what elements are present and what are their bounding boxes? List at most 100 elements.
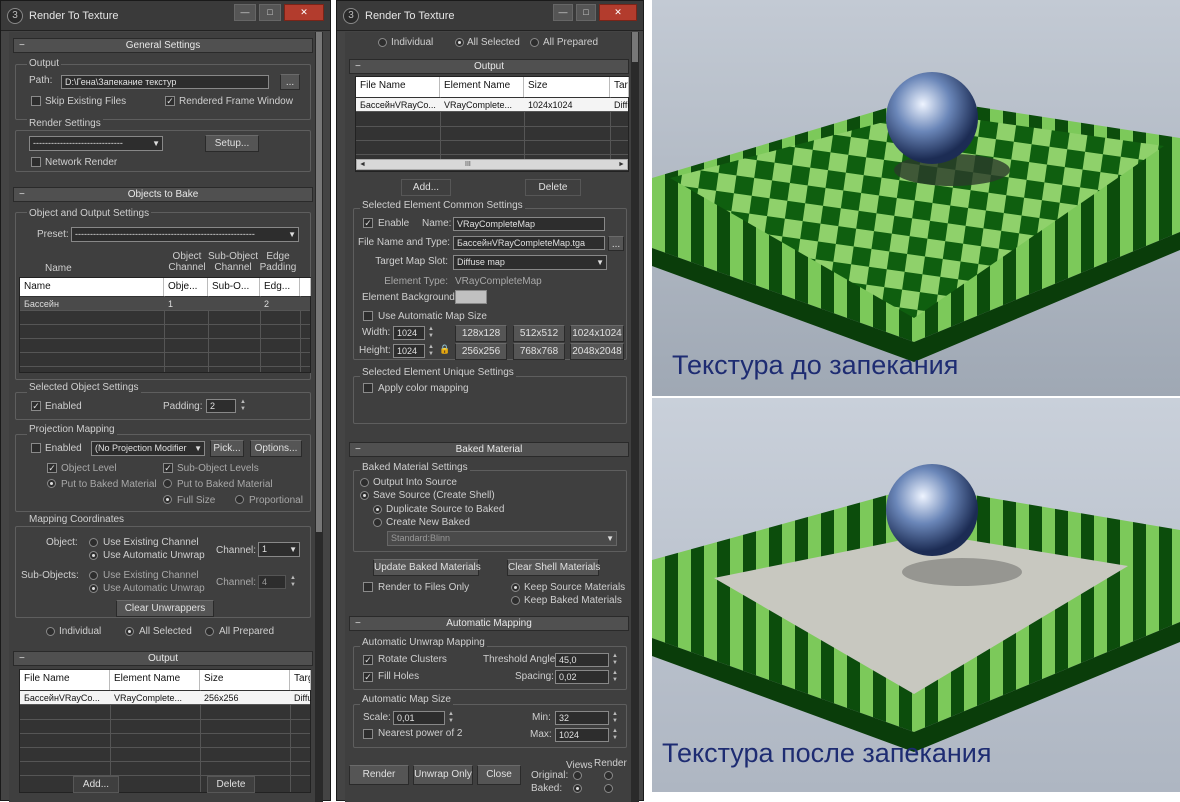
duplicate-source-radio[interactable] <box>373 505 382 514</box>
network-render-checkbox[interactable] <box>31 157 41 167</box>
sub-put-baked-radio[interactable] <box>163 479 172 488</box>
delete-output-button[interactable]: Delete <box>207 776 255 793</box>
scope-all-selected-radio[interactable] <box>455 38 464 47</box>
add-output-button[interactable]: Add... <box>73 776 119 793</box>
size-768-button[interactable]: 768x768 <box>513 343 565 360</box>
spacing-spinner[interactable]: ▲ ▼ <box>611 670 619 684</box>
padding-spinner[interactable]: ▲ ▼ <box>239 399 247 413</box>
render-to-files-checkbox[interactable] <box>363 582 373 592</box>
element-name-input[interactable]: VRayCompleteMap <box>453 217 605 231</box>
scope-all-prepared-radio[interactable] <box>205 627 214 636</box>
original-render-radio[interactable] <box>604 771 613 780</box>
full-size-radio[interactable] <box>163 495 172 504</box>
output-header-file-name[interactable]: File Name <box>20 670 110 690</box>
output-rollout-header[interactable]: − Output <box>349 59 629 74</box>
selected-enabled-checkbox[interactable]: ✓ <box>31 401 41 411</box>
object-level-checkbox[interactable]: ✓ <box>47 463 57 473</box>
element-background-swatch[interactable] <box>455 290 487 304</box>
save-source-radio[interactable] <box>360 491 369 500</box>
sub-use-existing-radio[interactable] <box>89 571 98 580</box>
height-spinner[interactable]: ▲ ▼ <box>427 344 435 358</box>
minimize-button[interactable]: — <box>234 4 256 21</box>
scope-individual-radio[interactable] <box>46 627 55 636</box>
target-slot-dropdown[interactable]: Diffuse map ▼ <box>453 255 607 270</box>
size-2048-button[interactable]: 2048x2048 <box>570 343 624 360</box>
size-256-button[interactable]: 256x256 <box>455 343 507 360</box>
rendered-frame-checkbox[interactable]: ✓ <box>165 96 175 106</box>
scrollbar[interactable] <box>631 32 639 802</box>
delete-output-button[interactable]: Delete <box>525 179 581 196</box>
preset-dropdown[interactable]: ----------------------------------------… <box>71 227 299 242</box>
put-baked-radio[interactable] <box>47 479 56 488</box>
threshold-angle-spinner[interactable]: ▲ ▼ <box>611 653 619 667</box>
clear-unwrappers-button[interactable]: Clear Unwrappers <box>116 600 214 617</box>
size-1024-button[interactable]: 1024x1024 <box>570 325 624 342</box>
scale-spinner[interactable]: ▲ ▼ <box>447 711 455 725</box>
output-table[interactable]: File Name Element Name Size Targ Бассейн… <box>19 669 311 793</box>
spacing-input[interactable]: 0,02 <box>555 670 609 684</box>
use-auto-unwrap-radio[interactable] <box>89 551 98 560</box>
lock-icon[interactable]: 🔒 <box>439 344 450 355</box>
table-row[interactable]: БассейнVRayCo... VRayComplete... 1024x10… <box>356 98 629 112</box>
clear-shell-materials-button[interactable]: Clear Shell Materials <box>507 559 600 576</box>
close-button[interactable]: ✕ <box>599 4 637 21</box>
create-new-baked-radio[interactable] <box>373 518 382 527</box>
path-input[interactable]: D:\Гена\Запекание текстур <box>61 75 269 89</box>
proportional-radio[interactable] <box>235 495 244 504</box>
output-header-size[interactable]: Size <box>200 670 290 690</box>
minimize-button[interactable]: — <box>553 4 573 21</box>
sub-channel-spinner[interactable]: ▲ ▼ <box>289 575 297 589</box>
width-input[interactable]: 1024 <box>393 326 425 340</box>
output-header-size[interactable]: Size <box>524 77 610 97</box>
projection-modifier-dropdown[interactable]: (No Projection Modifier ▼ <box>91 441 205 456</box>
auto-map-size-checkbox[interactable] <box>363 311 373 321</box>
maximize-button[interactable]: □ <box>259 4 281 21</box>
baked-render-radio[interactable] <box>604 784 613 793</box>
maximize-button[interactable]: □ <box>576 4 596 21</box>
baked-views-radio[interactable] <box>573 784 582 793</box>
automatic-mapping-header[interactable]: − Automatic Mapping <box>349 616 629 631</box>
scope-all-selected-radio[interactable] <box>125 627 134 636</box>
output-header-target[interactable]: Targ <box>610 77 629 97</box>
skip-existing-checkbox[interactable] <box>31 96 41 106</box>
browse-path-button[interactable]: ... <box>280 74 300 90</box>
scope-individual-radio[interactable] <box>378 38 387 47</box>
element-enable-checkbox[interactable]: ✓ <box>363 218 373 228</box>
sub-object-levels-checkbox[interactable]: ✓ <box>163 463 173 473</box>
use-existing-channel-radio[interactable] <box>89 538 98 547</box>
render-button[interactable]: Render <box>349 765 409 785</box>
update-baked-materials-button[interactable]: Update Baked Materials <box>373 559 481 576</box>
table-header-name[interactable]: Name <box>20 278 164 296</box>
keep-source-radio[interactable] <box>511 583 520 592</box>
table-header-edge-padding[interactable]: Edg... <box>260 278 300 296</box>
padding-input[interactable]: 2 <box>206 399 236 413</box>
close-dialog-button[interactable]: Close <box>477 765 521 785</box>
original-views-radio[interactable] <box>573 771 582 780</box>
max-input[interactable]: 1024 <box>555 728 609 742</box>
nearest-power-checkbox[interactable] <box>363 729 373 739</box>
table-header-sub-object[interactable]: Sub-O... <box>208 278 260 296</box>
file-name-input[interactable]: БассейнVRayCompleteMap.tga <box>453 236 605 250</box>
scope-all-prepared-radio[interactable] <box>530 38 539 47</box>
channel-dropdown[interactable]: 1 ▼ <box>258 542 300 557</box>
table-row[interactable]: БассейнVRayCo... VRayComplete... 256x256… <box>20 691 311 705</box>
output-header-file-name[interactable]: File Name <box>356 77 440 97</box>
pick-button[interactable]: Pick... <box>210 440 244 457</box>
size-128-button[interactable]: 128x128 <box>455 325 507 342</box>
output-into-source-radio[interactable] <box>360 478 369 487</box>
browse-file-button[interactable]: ... <box>608 236 624 251</box>
min-input[interactable]: 32 <box>555 711 609 725</box>
projection-enabled-checkbox[interactable] <box>31 443 41 453</box>
keep-baked-radio[interactable] <box>511 596 520 605</box>
sub-use-auto-radio[interactable] <box>89 584 98 593</box>
objects-to-bake-header[interactable]: − Objects to Bake <box>13 187 313 202</box>
rotate-clusters-checkbox[interactable]: ✓ <box>363 655 373 665</box>
size-512-button[interactable]: 512x512 <box>513 325 565 342</box>
min-spinner[interactable]: ▲ ▼ <box>611 711 619 725</box>
output-header-target[interactable]: Targ <box>290 670 311 690</box>
output-header-element-name[interactable]: Element Name <box>110 670 200 690</box>
options-button[interactable]: Options... <box>250 440 302 457</box>
threshold-angle-input[interactable]: 45,0 <box>555 653 609 667</box>
output-rollout-header[interactable]: − Output <box>13 651 313 666</box>
output-header-element-name[interactable]: Element Name <box>440 77 524 97</box>
